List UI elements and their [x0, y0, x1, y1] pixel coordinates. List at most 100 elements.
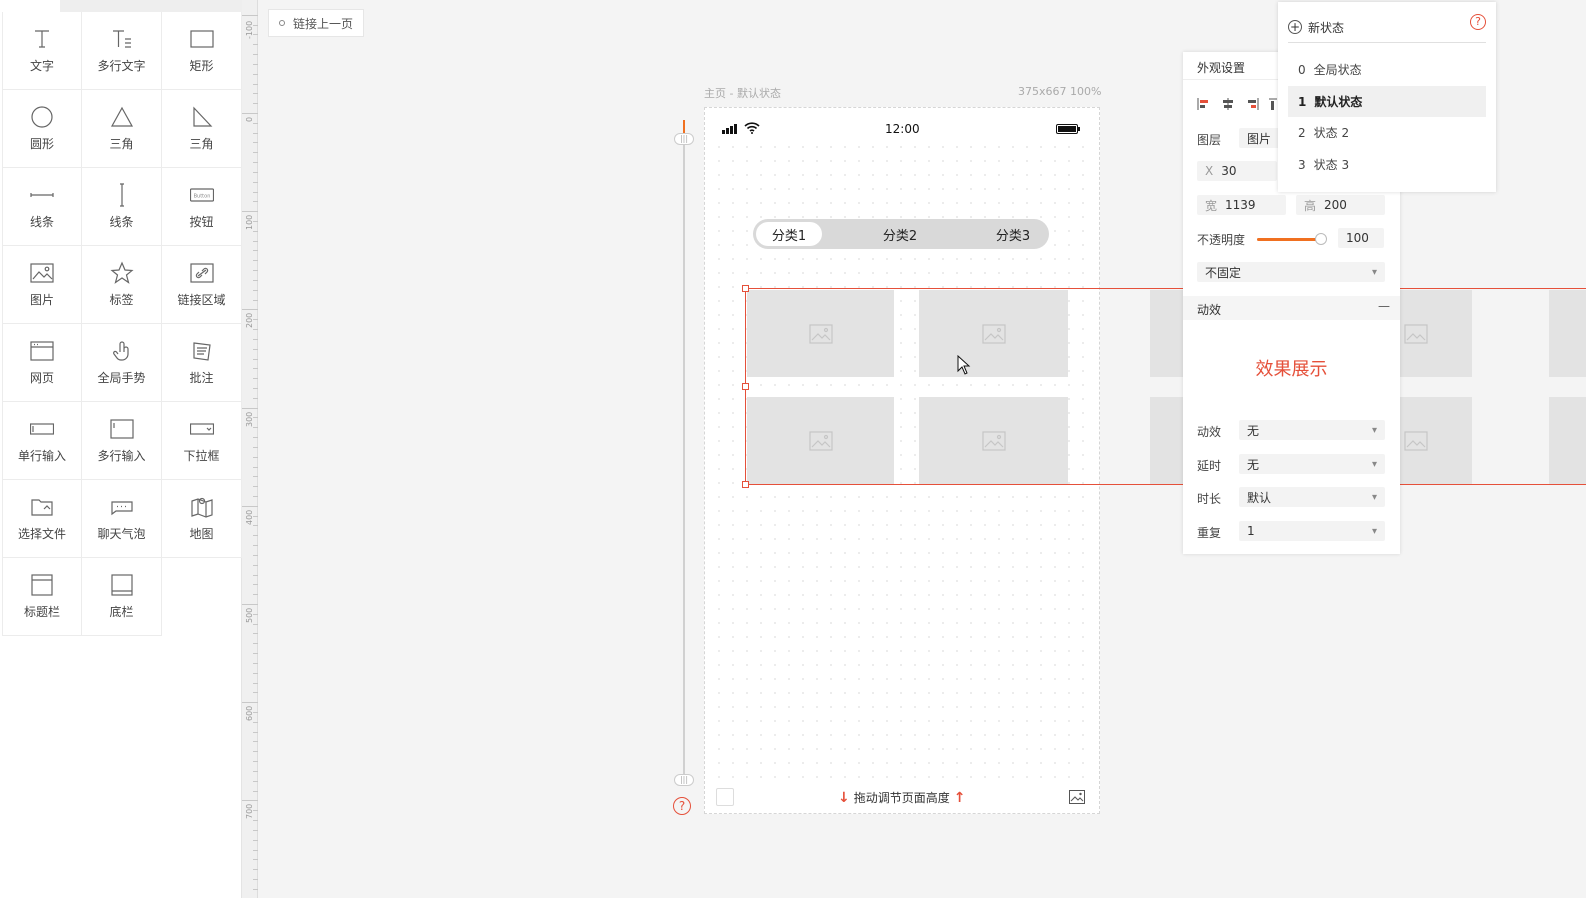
tab-category-1[interactable]: 分类1 [756, 222, 822, 246]
tool-chat-bubble[interactable]: 聊天气泡 [82, 480, 162, 558]
state-item-default[interactable]: 1 默认状态 [1288, 86, 1486, 117]
tool-vertical-line[interactable]: 线条 [82, 168, 162, 246]
ruler-number: 300 [245, 411, 254, 427]
ruler-tick [253, 761, 258, 763]
tool-link-area[interactable]: 链接区域 [162, 246, 242, 324]
tool-label: 按钮 [189, 215, 214, 229]
ruler-tick [253, 83, 258, 85]
tool-label: 多行文字 [97, 59, 146, 73]
image-placeholder[interactable] [919, 397, 1068, 484]
ruler-tick [253, 142, 258, 144]
tool-label: 单行输入 [17, 449, 66, 463]
effect-demo-preview: 效果展示 [1255, 359, 1328, 380]
battery-icon [1056, 124, 1080, 134]
x-input[interactable]: X 30 [1197, 161, 1277, 181]
drag-page-height-hint[interactable]: ↓ 拖动调节页面高度 ↑ [838, 789, 965, 806]
tool-horizontal-line[interactable]: 线条 [2, 168, 82, 246]
image-placeholder[interactable] [747, 290, 894, 377]
width-input[interactable]: 宽 1139 [1197, 195, 1286, 215]
tool-rectangle[interactable]: 矩形 [162, 12, 242, 90]
ruler-tick [253, 240, 258, 242]
align-center-icon[interactable] [1221, 98, 1235, 110]
background-image-icon[interactable] [1069, 790, 1085, 804]
tool-dropdown[interactable]: 下拉框 [162, 402, 242, 480]
image-placeholder-offscreen[interactable] [1549, 290, 1586, 377]
tool-label: 底栏 [109, 605, 134, 619]
ruler-tick [242, 309, 258, 311]
tool-text[interactable]: 文字 [2, 12, 82, 90]
status-time: 12:00 [885, 122, 920, 136]
position-select[interactable]: 不固定 [1197, 262, 1385, 282]
duration-label: 时长 [1197, 492, 1222, 506]
state-item-3[interactable]: 3 状态 3 [1288, 149, 1486, 180]
ruler-tick [253, 250, 258, 252]
duration-select[interactable]: 默认 [1239, 487, 1385, 507]
tool-button[interactable]: Button 按钮 [162, 168, 242, 246]
x-value: 30 [1221, 164, 1237, 178]
height-label: 高 [1304, 198, 1317, 213]
tool-right-triangle[interactable]: 三角 [162, 90, 242, 168]
tool-file-select[interactable]: 选择文件 [2, 480, 82, 558]
new-state-button[interactable]: + 新状态 [1288, 12, 1486, 43]
tool-single-input[interactable]: 单行输入 [2, 402, 82, 480]
tool-multiline-text[interactable]: 多行文字 [82, 12, 162, 90]
ruler-number: 200 [245, 313, 254, 329]
image-placeholder-offscreen[interactable] [1400, 290, 1472, 377]
help-icon[interactable]: ? [673, 797, 691, 815]
ruler-tick [253, 181, 258, 183]
align-right-icon[interactable] [1245, 98, 1259, 110]
ruler-tick [253, 54, 258, 56]
link-previous-page-button[interactable]: 链接上一页 [268, 9, 365, 37]
tool-label: 文字 [29, 59, 54, 73]
repeat-select[interactable]: 1 [1239, 521, 1385, 541]
tool-multi-input[interactable]: 多行输入 [82, 402, 162, 480]
layer-value[interactable]: 图片 [1239, 128, 1279, 148]
tool-tag[interactable]: 标签 [82, 246, 162, 324]
width-value: 1139 [1225, 198, 1256, 212]
height-input[interactable]: 高 200 [1296, 195, 1385, 215]
tab-category-2[interactable]: 分类2 [867, 219, 933, 249]
help-icon[interactable]: ? [1470, 14, 1486, 30]
animation-select[interactable]: 无 [1239, 420, 1385, 440]
align-top-icon[interactable] [1269, 98, 1277, 110]
tool-image[interactable]: 图片 [2, 246, 82, 324]
bottom-checkbox[interactable] [716, 788, 734, 806]
tool-circle[interactable]: 圆形 [2, 90, 82, 168]
image-placeholder-offscreen[interactable] [1400, 397, 1472, 484]
collapse-icon[interactable]: — [1378, 299, 1390, 313]
align-left-icon[interactable] [1197, 98, 1211, 110]
tool-bottom-bar[interactable]: 底栏 [82, 558, 162, 636]
height-slider-top-handle[interactable]: ||| [674, 133, 694, 145]
ruler-tick [253, 839, 258, 841]
ruler-tick [253, 191, 258, 193]
image-placeholder-offscreen[interactable] [1549, 397, 1586, 484]
tool-map[interactable]: 地图 [162, 480, 242, 558]
opacity-input[interactable]: 100 [1338, 228, 1384, 248]
arrow-up-icon: ↑ [953, 789, 966, 806]
height-slider-bottom-handle[interactable]: ||| [674, 774, 694, 786]
height-value: 200 [1324, 198, 1347, 212]
wifi-icon [744, 122, 760, 134]
tool-label: 线条 [109, 215, 134, 229]
radio-dot-icon [279, 20, 285, 26]
height-slider-track[interactable] [683, 140, 685, 782]
ruler-tick [253, 545, 258, 547]
gesture-icon [112, 341, 129, 361]
ruler-tick [253, 653, 258, 655]
image-placeholder[interactable] [747, 397, 894, 484]
tool-webpage[interactable]: 网页 [2, 324, 82, 402]
state-item-2[interactable]: 2 状态 2 [1288, 117, 1486, 148]
image-icon [1404, 323, 1428, 344]
tool-grid: 文字 多行文字 矩形 圆形 三角 三角 线条 线条 Button 按钮 图片 标… [2, 12, 242, 636]
tool-triangle[interactable]: 三角 [82, 90, 162, 168]
tool-title-bar[interactable]: 标题栏 [2, 558, 82, 636]
delay-select[interactable]: 无 [1239, 454, 1385, 474]
opacity-slider-thumb[interactable] [1315, 233, 1327, 245]
state-item-global[interactable]: 0 全局状态 [1288, 54, 1486, 85]
tab-category-3[interactable]: 分类3 [980, 219, 1046, 249]
tool-annotation[interactable]: 批注 [162, 324, 242, 402]
effects-section-header[interactable]: 动效 — [1183, 296, 1400, 320]
ruler-tick [253, 289, 258, 291]
tool-gesture[interactable]: 全局手势 [82, 324, 162, 402]
image-placeholder[interactable] [919, 290, 1068, 377]
